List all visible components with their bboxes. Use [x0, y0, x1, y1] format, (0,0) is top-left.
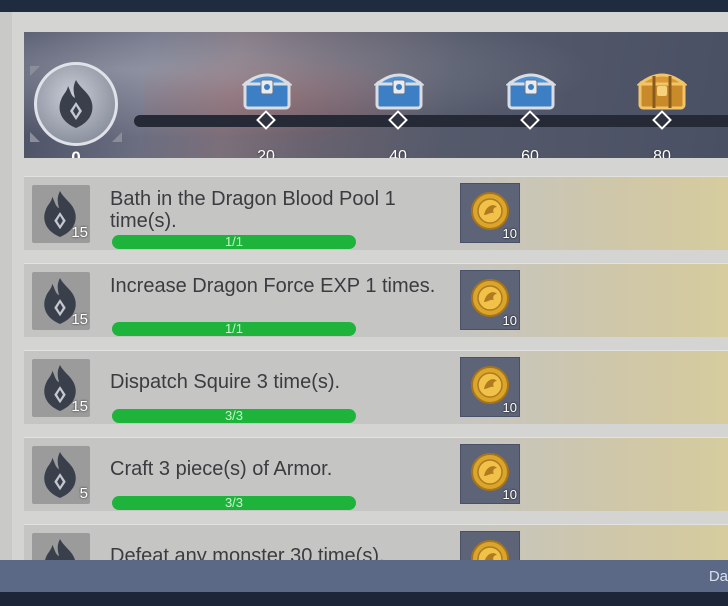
reward-count: 10 [502, 226, 517, 241]
current-points-label: 0 [71, 148, 81, 158]
reward-item[interactable]: 10 [460, 357, 520, 417]
milestone-label: 40 [389, 148, 407, 158]
reward-count: 10 [502, 313, 517, 328]
reward-count: 10 [502, 400, 517, 415]
task-progress-bar: 1/1 [112, 235, 356, 249]
daily-tasks-panel: 0 20 40 60 80 15 Bath in the Dragon Bloo… [0, 12, 728, 560]
blue-chest-icon[interactable] [506, 66, 556, 112]
task-description: Craft 3 piece(s) of Armor. [110, 458, 333, 480]
task-row[interactable]: 15 Increase Dragon Force EXP 1 times. 1/… [24, 263, 728, 337]
task-points-icon: 15 [32, 359, 90, 417]
task-progress-bar: 1/1 [112, 322, 356, 336]
task-row[interactable]: Defeat any monster 30 time(s). [24, 524, 728, 560]
gold-coin-icon [471, 453, 509, 491]
activity-progress-header: 0 20 40 60 80 [24, 32, 728, 158]
task-progress-text: 1/1 [224, 321, 244, 336]
task-progress-text: 3/3 [224, 495, 244, 510]
task-points-icon: 15 [32, 185, 90, 243]
milestone-label: 60 [521, 148, 539, 158]
reward-item[interactable]: 10 [460, 183, 520, 243]
task-description: Dispatch Squire 3 time(s). [110, 371, 341, 393]
blue-chest-icon[interactable] [374, 66, 424, 112]
task-row[interactable]: 15 Bath in the Dragon Blood Pool 1 time(… [24, 176, 728, 250]
activity-points-badge [34, 62, 118, 146]
gold-coin-icon [471, 366, 509, 404]
reward-item[interactable] [460, 531, 520, 560]
flame-icon [59, 80, 93, 128]
task-points: 5 [79, 485, 88, 502]
bottom-bar-label: Da [708, 568, 728, 585]
blue-chest-icon[interactable] [242, 66, 292, 112]
task-points: 15 [71, 398, 88, 415]
task-points-icon [32, 533, 90, 560]
task-progress-text: 3/3 [224, 408, 244, 423]
task-points-icon: 5 [32, 446, 90, 504]
milestone-label: 80 [653, 148, 671, 158]
task-description: Bath in the Dragon Blood Pool 1 time(s). [110, 188, 396, 232]
flame-icon [45, 539, 75, 560]
task-points: 15 [71, 311, 88, 328]
bottom-bar: Da [0, 560, 728, 592]
milestone-label: 20 [257, 148, 275, 158]
task-row[interactable]: 5 Craft 3 piece(s) of Armor. 3/3 10 [24, 437, 728, 511]
task-row[interactable]: 15 Dispatch Squire 3 time(s). 3/3 10 [24, 350, 728, 424]
gold-coin-icon [471, 192, 509, 230]
gold-coin-icon [471, 279, 509, 317]
flame-icon [44, 452, 76, 498]
gold-chest-icon[interactable] [637, 66, 687, 112]
activity-progress-track [134, 115, 728, 127]
reward-item[interactable]: 10 [460, 444, 520, 504]
task-progress-bar: 3/3 [112, 496, 356, 510]
task-description: Increase Dragon Force EXP 1 times. [110, 275, 436, 297]
gold-coin-icon [471, 540, 509, 560]
reward-item[interactable]: 10 [460, 270, 520, 330]
task-points: 15 [71, 224, 88, 241]
reward-count: 10 [502, 487, 517, 502]
task-points-icon: 15 [32, 272, 90, 330]
task-description: Defeat any monster 30 time(s). [110, 545, 385, 560]
task-progress-bar: 3/3 [112, 409, 356, 423]
task-progress-text: 1/1 [224, 234, 244, 249]
